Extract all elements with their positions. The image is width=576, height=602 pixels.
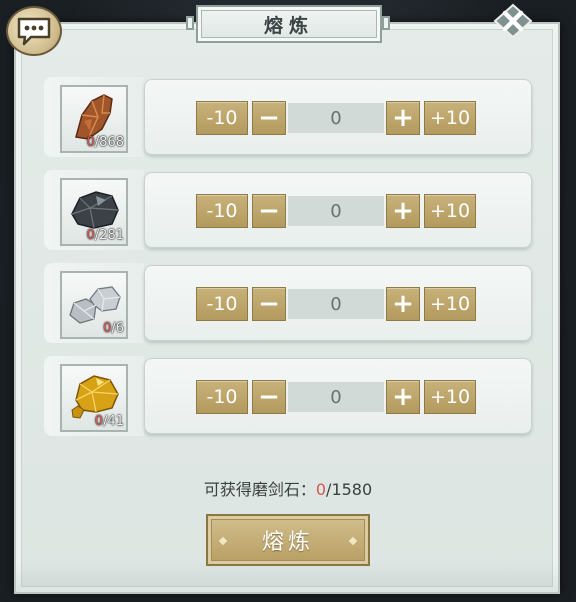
plus-button[interactable]: + [386, 194, 420, 228]
yield-summary: 可获得磨剑石：0/1580 [0, 476, 576, 500]
plus-10-button[interactable]: +10 [424, 194, 476, 228]
quantity-controls: -10 − 0 + +10 [196, 194, 476, 228]
minus-button[interactable]: − [252, 101, 286, 135]
minus-10-button[interactable]: -10 [196, 287, 248, 321]
smelt-button[interactable]: 熔炼 [206, 514, 370, 566]
close-icon [493, 3, 533, 39]
quantity-input[interactable]: 0 [288, 103, 384, 133]
silver-ore-item[interactable]: 0/6 [60, 271, 128, 339]
title-ornament-left [186, 16, 194, 30]
minus-button[interactable]: − [252, 287, 286, 321]
title-plate: 熔炼 [196, 5, 382, 43]
minus-10-button[interactable]: -10 [196, 101, 248, 135]
quantity-input[interactable]: 0 [288, 382, 384, 412]
yield-max: /1580 [326, 480, 373, 499]
material-row-gold: 0/41 -10 − 0 + +10 [44, 356, 532, 436]
material-row-iron: 0/281 -10 − 0 + +10 [44, 170, 532, 250]
yield-label: 可获得磨剑石： [203, 480, 316, 499]
close-button[interactable] [492, 3, 534, 39]
quantity-counter: 0/868 [86, 135, 124, 150]
quantity-counter: 0/6 [103, 321, 124, 336]
copper-ore-item[interactable]: 0/868 [60, 85, 128, 153]
smelt-button-label: 熔炼 [261, 530, 314, 555]
quantity-controls: -10 − 0 + +10 [196, 380, 476, 414]
minus-button[interactable]: − [252, 380, 286, 414]
button-ornament-left [218, 536, 228, 546]
yield-value: 0 [315, 480, 327, 499]
minus-10-button[interactable]: -10 [196, 380, 248, 414]
title-ornament-right [382, 16, 390, 30]
quantity-controls: -10 − 0 + +10 [196, 101, 476, 135]
quantity-counter: 0/281 [86, 228, 124, 243]
gold-ore-item[interactable]: 0/41 [60, 364, 128, 432]
plus-button[interactable]: + [386, 101, 420, 135]
plus-10-button[interactable]: +10 [424, 101, 476, 135]
chat-button[interactable] [6, 6, 62, 56]
quantity-controls: -10 − 0 + +10 [196, 287, 476, 321]
quantity-counter: 0/41 [94, 414, 124, 429]
quantity-input[interactable]: 0 [288, 289, 384, 319]
game-screen: 熔炼 0/868 -10 − 0 + +10 0/281 -10 − 0 + +… [0, 0, 576, 602]
button-ornament-right [348, 536, 358, 546]
page-title: 熔炼 [263, 14, 314, 37]
plus-button[interactable]: + [386, 287, 420, 321]
minus-10-button[interactable]: -10 [196, 194, 248, 228]
minus-button[interactable]: − [252, 194, 286, 228]
chat-bubble-icon [17, 17, 51, 46]
material-row-copper: 0/868 -10 − 0 + +10 [44, 77, 532, 157]
plus-10-button[interactable]: +10 [424, 380, 476, 414]
iron-ore-item[interactable]: 0/281 [60, 178, 128, 246]
plus-button[interactable]: + [386, 380, 420, 414]
material-row-silver: 0/6 -10 − 0 + +10 [44, 263, 532, 343]
plus-10-button[interactable]: +10 [424, 287, 476, 321]
quantity-input[interactable]: 0 [288, 196, 384, 226]
